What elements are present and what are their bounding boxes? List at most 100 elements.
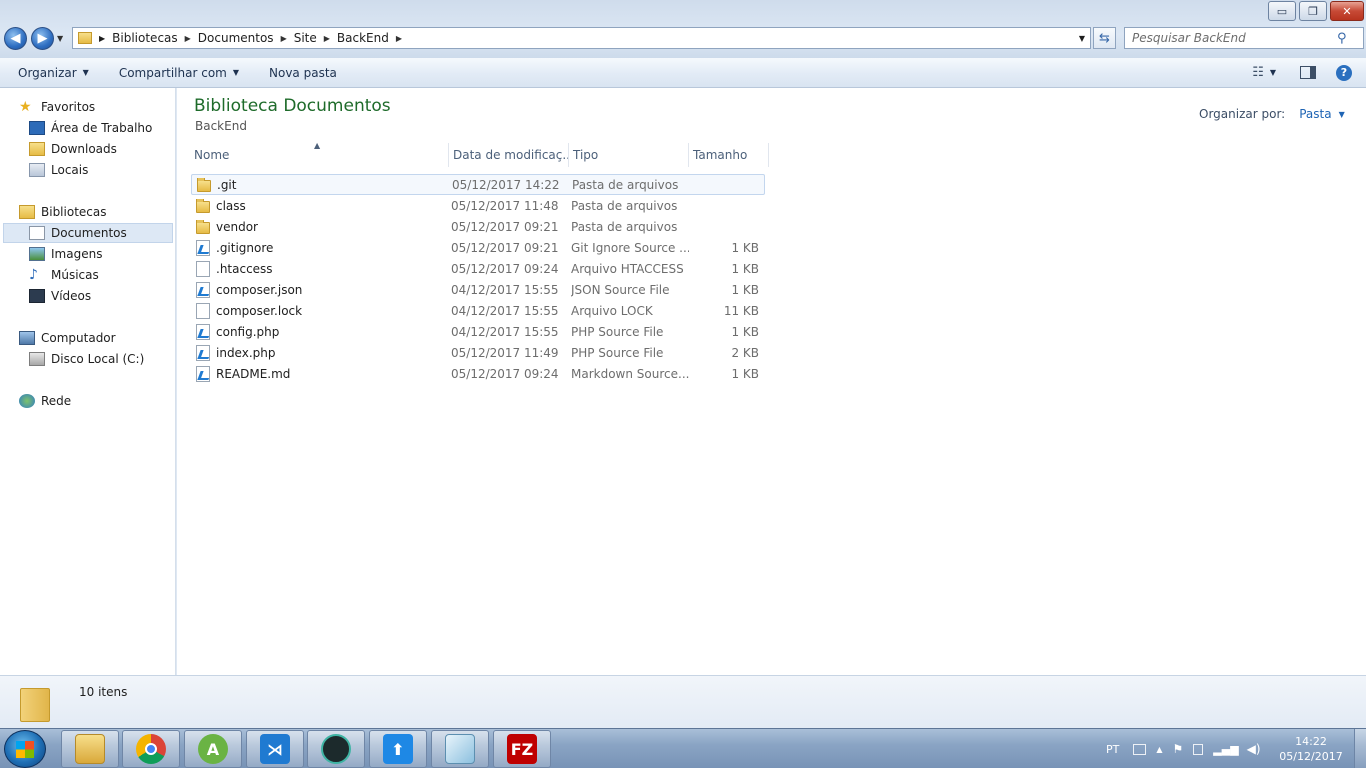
file-row[interactable]: index.php 05/12/2017 11:49 PHP Source Fi… (191, 342, 765, 363)
breadcrumb-bibliotecas[interactable]: Bibliotecas ▶ (112, 31, 198, 45)
file-date: 04/12/2017 15:55 (451, 303, 559, 318)
breadcrumb-documentos[interactable]: Documentos ▶ (198, 31, 294, 45)
column-headers: Nome Data de modificaç... Tipo Tamanho (190, 143, 769, 167)
arrange-by[interactable]: Organizar por: Pasta ▼ (1199, 107, 1345, 121)
nav-favorites[interactable]: ★ Favoritos (19, 97, 95, 117)
taskbar-chrome[interactable] (122, 730, 180, 768)
file-name: composer.lock (216, 303, 303, 318)
clock-time: 14:22 (1295, 735, 1327, 748)
refresh-icon: ⇆ (1099, 30, 1110, 46)
address-bar[interactable]: ▶ Bibliotecas ▶ Documentos ▶ Site ▶ BackEnd… (72, 27, 1091, 49)
volume-icon[interactable]: ◀) (1247, 742, 1261, 756)
file-date: 05/12/2017 11:49 (451, 345, 559, 360)
taskbar-filezilla[interactable]: FZ (493, 730, 551, 768)
taskbar-gitkraken[interactable] (307, 730, 365, 768)
preview-pane-icon (1300, 66, 1316, 79)
clock-date: 05/12/2017 (1279, 750, 1343, 763)
refresh-button[interactable]: ⇆ (1093, 27, 1116, 49)
file-row[interactable]: composer.json 04/12/2017 15:55 JSON Sour… (191, 279, 765, 300)
address-dropdown-icon[interactable]: ▼ (1079, 34, 1085, 43)
start-button[interactable] (4, 730, 46, 768)
column-header-date[interactable]: Data de modificaç... (449, 143, 569, 167)
recent-pages-dropdown[interactable]: ▼ (57, 34, 63, 43)
keyboard-icon[interactable] (1133, 743, 1147, 755)
help-button[interactable]: ? (1336, 64, 1352, 81)
file-name: composer.json (216, 282, 303, 297)
back-button[interactable]: ◀ (4, 27, 27, 50)
breadcrumb-backend[interactable]: BackEnd ▶ (337, 31, 409, 45)
file-row[interactable]: README.md 05/12/2017 09:24 Markdown Sour… (191, 363, 765, 384)
file-row[interactable]: .git 05/12/2017 14:22 Pasta de arquivos (191, 174, 765, 195)
arrow-left-icon: ◀ (10, 31, 21, 46)
music-note-icon: ♪ (29, 267, 38, 283)
file-row[interactable]: .gitignore 05/12/2017 09:21 Git Ignore S… (191, 237, 765, 258)
nav-local-disk[interactable]: Disco Local (C:) (29, 349, 144, 369)
chevron-down-icon: ▼ (82, 68, 89, 77)
folder-icon (196, 219, 210, 234)
taskbar-explorer[interactable] (61, 730, 119, 768)
vscode-file-icon (196, 281, 210, 298)
vscode-file-icon (196, 239, 210, 256)
column-header-name[interactable]: Nome (190, 143, 449, 167)
taskbar-vscode[interactable]: ⋊ (246, 730, 304, 768)
file-row[interactable]: config.php 04/12/2017 15:55 PHP Source F… (191, 321, 765, 342)
nav-recent-places[interactable]: Locais (29, 160, 88, 180)
share-with-button[interactable]: Compartilhar com ▼ (119, 66, 239, 80)
preview-pane-button[interactable] (1300, 66, 1316, 79)
view-options-button[interactable]: ☷ ▼ (1252, 65, 1276, 80)
taskbar-notepad[interactable] (431, 730, 489, 768)
action-center-flag-icon[interactable]: ⚑ (1173, 742, 1184, 756)
column-header-type[interactable]: Tipo (569, 143, 689, 167)
search-box[interactable]: ⚲ (1124, 27, 1364, 49)
nav-computer[interactable]: Computador (19, 328, 116, 348)
nav-downloads[interactable]: Downloads (29, 139, 117, 159)
usb-device-icon[interactable] (1193, 743, 1204, 755)
file-row[interactable]: vendor 05/12/2017 09:21 Pasta de arquivo… (191, 216, 765, 237)
file-row[interactable]: .htaccess 05/12/2017 09:24 Arquivo HTACC… (191, 258, 765, 279)
column-header-size[interactable]: Tamanho (689, 143, 769, 167)
clock[interactable]: 14:22 05/12/2017 (1274, 734, 1348, 764)
arrange-by-value[interactable]: Pasta (1299, 107, 1331, 121)
file-row[interactable]: class 05/12/2017 11:48 Pasta de arquivos (191, 195, 765, 216)
show-desktop-button[interactable] (1354, 729, 1366, 768)
nav-pictures[interactable]: Imagens (29, 244, 102, 264)
nav-music[interactable]: ♪ Músicas (29, 265, 99, 285)
chevron-down-icon: ▼ (1338, 109, 1345, 119)
blank-file-icon (196, 302, 210, 319)
organize-button[interactable]: Organizar ▼ (18, 66, 89, 80)
minimize-icon: ▭ (1276, 4, 1288, 18)
show-hidden-icons[interactable]: ▲ (1156, 745, 1162, 754)
computer-icon (19, 331, 35, 345)
minimize-button[interactable]: ▭ (1268, 1, 1296, 21)
nav-network[interactable]: Rede (19, 391, 71, 411)
network-signal-icon[interactable]: ▂▄▆ (1213, 743, 1238, 756)
maximize-button[interactable]: ❐ (1299, 1, 1327, 21)
search-icon[interactable]: ⚲ (1337, 31, 1347, 46)
file-size: 1 KB (731, 366, 759, 381)
gitkraken-icon (321, 734, 351, 764)
libraries-icon (19, 205, 35, 219)
taskbar-android-studio[interactable]: A (184, 730, 242, 768)
arrange-by-label: Organizar por: (1199, 107, 1286, 121)
nav-libraries[interactable]: Bibliotecas (19, 202, 106, 222)
language-indicator[interactable]: PT (1106, 743, 1119, 756)
new-folder-button[interactable]: Nova pasta (269, 66, 337, 80)
nav-videos[interactable]: Vídeos (29, 286, 91, 306)
file-name: .git (217, 177, 237, 192)
search-input[interactable] (1132, 31, 1337, 45)
taskbar-upload-app[interactable]: ⬆ (369, 730, 427, 768)
vscode-file-icon (196, 323, 210, 340)
chevron-down-icon: ▼ (1269, 68, 1276, 77)
file-name: vendor (216, 219, 258, 234)
file-date: 05/12/2017 09:21 (451, 219, 559, 234)
nav-documents[interactable]: Documentos (3, 223, 173, 243)
file-type: JSON Source File (571, 282, 670, 297)
star-icon: ★ (19, 99, 32, 115)
breadcrumb-site[interactable]: Site ▶ (294, 31, 337, 45)
nav-desktop[interactable]: Área de Trabalho (29, 118, 152, 138)
file-row[interactable]: composer.lock 04/12/2017 15:55 Arquivo L… (191, 300, 765, 321)
forward-button[interactable]: ▶ (31, 27, 54, 50)
file-type: Arquivo HTACCESS (571, 261, 684, 276)
close-button[interactable]: ✕ (1330, 1, 1364, 21)
file-size: 11 KB (723, 303, 759, 318)
